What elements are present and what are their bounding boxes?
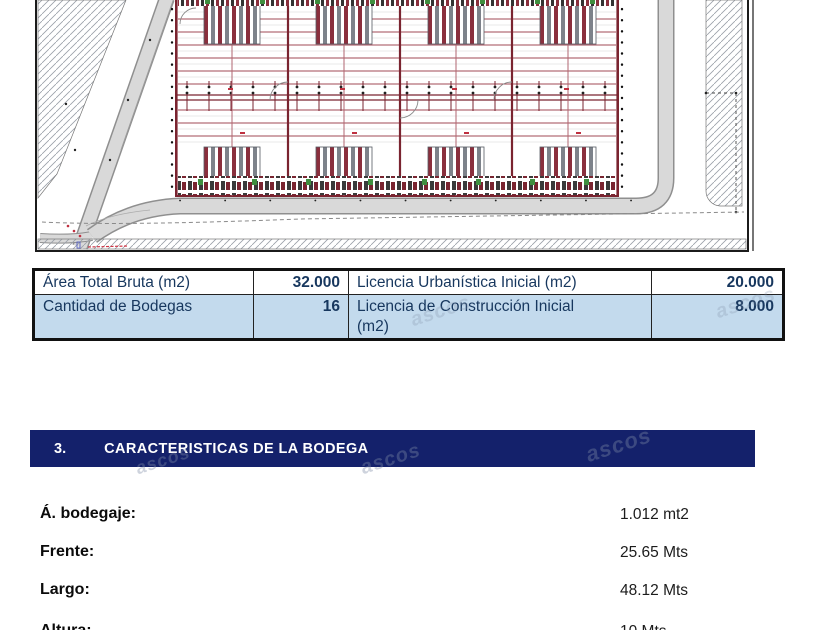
section-title: CARACTERISTICAS DE LA BODEGA bbox=[104, 440, 369, 457]
detail-value: 25.65 Mts bbox=[620, 544, 689, 561]
site-plan-svg bbox=[35, 0, 754, 252]
cell-lic-construccion-text: Licencia de Construcción Inicial (m2) bbox=[357, 298, 575, 335]
detail-label: Largo: bbox=[40, 581, 90, 598]
plan-vehicles-bottom bbox=[178, 176, 616, 195]
spec-table: Área Total Bruta (m2) 32.000 Licencia Ur… bbox=[32, 268, 785, 342]
cell-lic-urbanistica-value: 20.000 bbox=[651, 268, 784, 296]
cell-lic-construccion-label: Licencia de Construcción Inicial (m2) bbox=[348, 294, 652, 341]
cell-cantidad-bodegas-label: Cantidad de Bodegas bbox=[33, 294, 254, 341]
site-plan-drawing bbox=[0, 0, 840, 260]
table-row: Área Total Bruta (m2) 32.000 Licencia Ur… bbox=[33, 268, 784, 296]
plan-vehicles-top bbox=[178, 0, 616, 6]
detail-label: Frente: bbox=[40, 543, 95, 560]
detail-row-frente: Frente: 25.65 Mts bbox=[40, 543, 800, 567]
detail-value: 48.12 Mts bbox=[620, 582, 689, 599]
detail-label: Altura: bbox=[40, 622, 92, 630]
detail-row-largo: Largo: 48.12 Mts bbox=[40, 581, 800, 605]
plan-hatch-bottom bbox=[37, 238, 747, 250]
cell-area-total-label: Área Total Bruta (m2) bbox=[33, 268, 254, 296]
document-page: Área Total Bruta (m2) 32.000 Licencia Ur… bbox=[0, 0, 840, 630]
detail-label: Á. bodegaje: bbox=[40, 505, 137, 522]
detail-value: 1.012 mt2 bbox=[620, 506, 689, 523]
section-number: 3. bbox=[54, 440, 67, 457]
cell-lic-urbanistica-label: Licencia Urbanística Inicial (m2) bbox=[348, 268, 652, 296]
section-header-bar: 3. CARACTERISTICAS DE LA BODEGA bbox=[30, 430, 755, 467]
detail-row-bodegaje: Á. bodegaje: 1.012 mt2 bbox=[40, 505, 800, 529]
cell-cantidad-bodegas-value: 16 bbox=[253, 294, 349, 341]
plan-warehouse-building bbox=[170, 0, 624, 197]
table-row: Cantidad de Bodegas 16 Licencia de Const… bbox=[33, 294, 784, 341]
cell-area-total-value: 32.000 bbox=[253, 268, 349, 296]
cell-lic-construccion-value: 8.000 bbox=[651, 294, 784, 341]
plan-hatch-right bbox=[705, 0, 743, 207]
detail-value: 10 Mts bbox=[620, 623, 667, 630]
detail-row-altura-cutoff: Altura: 10 Mts bbox=[40, 622, 800, 630]
